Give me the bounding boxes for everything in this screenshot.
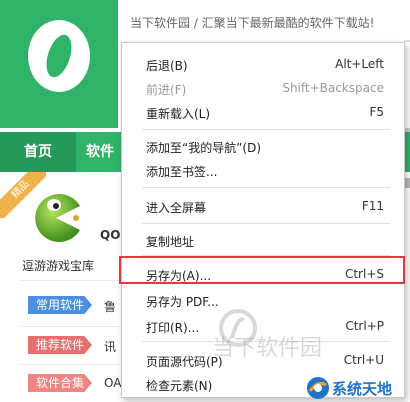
menu-item-shortcut: F11 <box>361 199 384 213</box>
menu-item-label: 添加至“我的导航”(D) <box>146 141 262 155</box>
menu-item-shortcut: F5 <box>369 105 384 119</box>
menu-item-shortcut: Shift+Backspace <box>282 81 384 95</box>
menu-item-label: 检查元素(N) <box>146 379 213 393</box>
site-logo[interactable] <box>0 0 118 128</box>
menu-item-shortcut: Ctrl+P <box>345 319 384 333</box>
menu-item-add-bookmark[interactable]: 添加至书签... <box>122 159 404 181</box>
divider <box>20 364 120 365</box>
tag-software-collection[interactable]: 软件合集 <box>28 374 92 392</box>
divider <box>20 326 120 327</box>
tag-common-software[interactable]: 常用软件 <box>28 296 92 314</box>
site-slogan: 当下软件园 / 汇聚当下最新最酷的软件下载站! <box>130 16 375 30</box>
menu-item-label: 另存为 PDF... <box>146 295 219 309</box>
divider <box>20 280 120 281</box>
menu-item-shortcut: Ctrl+S <box>344 267 384 281</box>
menu-item-label: 重新载入(L) <box>146 107 211 121</box>
featured-app-label[interactable]: 逗游游戏宝库 <box>22 257 94 274</box>
globe-icon <box>307 377 329 399</box>
tag-recommended-software[interactable]: 推荐软件 <box>28 336 92 354</box>
tag-item-text[interactable]: OA <box>104 376 121 390</box>
logo-icon <box>28 20 90 92</box>
menu-item-save-as[interactable]: 另存为(A)... Ctrl+S <box>122 263 404 285</box>
menu-item-label: 前进(F) <box>146 83 187 97</box>
nav-home[interactable]: 首页 <box>0 132 76 172</box>
menu-item-add-to-nav[interactable]: 添加至“我的导航”(D) <box>122 135 404 157</box>
watermark-xitong: 系统天地 <box>304 374 410 402</box>
watermark-xitong-text: 系统天地 <box>332 380 393 398</box>
menu-item-reload[interactable]: 重新载入(L) F5 <box>122 101 404 123</box>
menu-item-copy-address[interactable]: 复制地址 <box>122 229 404 251</box>
menu-item-forward[interactable]: 前进(F) Shift+Backspace <box>122 77 404 99</box>
menu-item-label: 添加至书签... <box>146 165 218 179</box>
partial-app-name[interactable]: QO <box>100 228 120 242</box>
menu-item-shortcut: Alt+Left <box>335 57 384 71</box>
menu-separator <box>142 129 390 130</box>
menu-item-label: 进入全屏幕 <box>146 201 207 215</box>
watermark-text: 当下软件园 <box>212 336 323 361</box>
menu-item-save-as-pdf[interactable]: 另存为 PDF... <box>122 289 404 311</box>
menu-item-label: 后退(B) <box>146 59 188 73</box>
tag-item-text[interactable]: 讯 <box>104 338 116 355</box>
menu-item-shortcut: Ctrl+U <box>343 353 384 367</box>
pacman-game-icon[interactable] <box>30 194 82 242</box>
menu-separator <box>142 223 390 224</box>
menu-item-label: 另存为(A)... <box>146 269 212 283</box>
tag-item-text[interactable]: 鲁 <box>104 298 116 315</box>
nav-software[interactable]: 软件 <box>86 132 114 172</box>
menu-item-label: 打印(R)... <box>146 321 200 335</box>
menu-item-label: 复制地址 <box>146 235 195 249</box>
menu-item-back[interactable]: 后退(B) Alt+Left <box>122 53 404 75</box>
menu-separator <box>142 187 390 188</box>
menu-item-fullscreen[interactable]: 进入全屏幕 F11 <box>122 195 404 217</box>
menu-separator <box>142 255 390 256</box>
